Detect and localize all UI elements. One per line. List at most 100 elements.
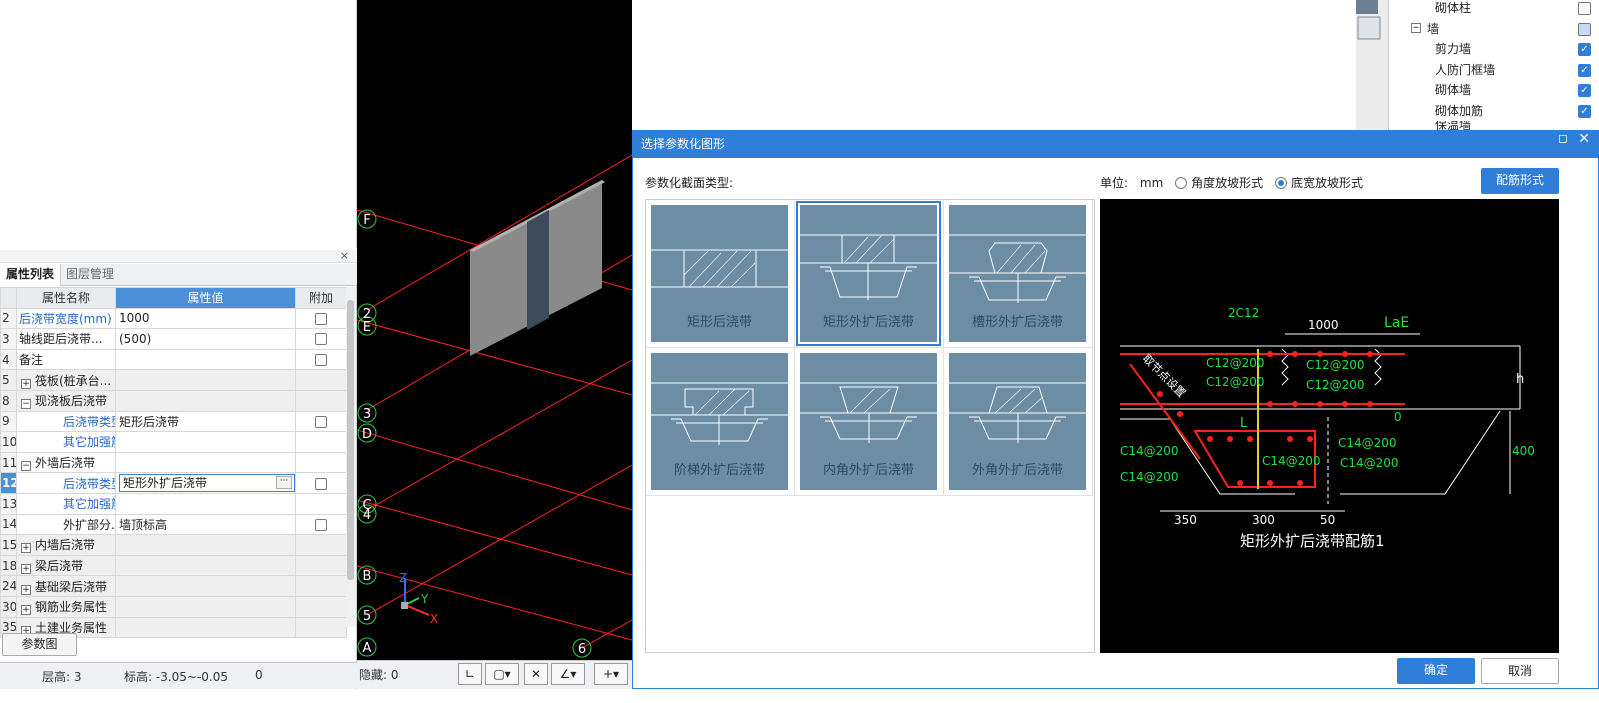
preview-title: 矩形外扩后浇带配筋1 (1240, 532, 1385, 550)
section-tile-inner-angle[interactable]: 内角外扩后浇带 (795, 348, 944, 496)
collapse-icon[interactable]: − (1411, 23, 1421, 33)
extra-checkbox[interactable] (315, 312, 327, 325)
header-name: 属性名称 (16, 287, 116, 309)
extra-checkbox[interactable] (315, 477, 327, 490)
tab-layer-management[interactable]: 图层管理 (60, 264, 120, 286)
property-value[interactable]: 墙顶标高 (115, 513, 296, 536)
collapse-icon[interactable]: − (21, 399, 31, 410)
layout-icon[interactable] (1357, 16, 1381, 40)
tree-item[interactable]: 保温墙 (1389, 121, 1599, 130)
tree-item[interactable]: 砌体墙 ✓ (1389, 80, 1599, 100)
close-icon[interactable]: × (340, 249, 349, 262)
section-tile-rect-extended[interactable]: 矩形外扩后浇带 (795, 200, 944, 348)
property-name: 其它加强筋 (16, 492, 116, 515)
table-row-group[interactable]: 8 − 现浇板后浇带 (0, 389, 347, 412)
table-row-group[interactable]: 24 + 基础梁后浇带 (0, 575, 347, 597)
tree-checkbox-partial[interactable] (1578, 23, 1591, 36)
extra-cell (295, 369, 347, 391)
tree-checkbox[interactable]: ✓ (1578, 105, 1591, 118)
expand-icon[interactable]: + (21, 605, 31, 616)
rebar-form-button[interactable]: 配筋形式 (1481, 168, 1559, 194)
tile-image: 槽形外扩后浇带 (949, 205, 1086, 342)
label-c14-4: C14@200 (1338, 436, 1397, 450)
tree-checkbox[interactable]: ✓ (1578, 64, 1591, 77)
table-row[interactable]: 2 后浇带宽度(mm) 1000 (0, 307, 347, 330)
property-value[interactable]: 1000 (115, 307, 296, 330)
table-row[interactable]: 10 其它加强筋 (0, 431, 347, 453)
extra-checkbox[interactable] (315, 354, 327, 367)
expand-icon[interactable]: + (21, 564, 31, 575)
section-tile-outer-angle[interactable]: 外角外扩后浇带 (944, 348, 1093, 496)
close-icon[interactable]: ✕ (1578, 131, 1590, 147)
table-row[interactable]: 9 后浇带类型 矩形后浇带 (0, 410, 347, 433)
maximize-icon[interactable]: ◻ (1558, 131, 1568, 145)
tree-checkbox[interactable]: ✓ (1578, 84, 1591, 97)
row-number: 9 (0, 410, 17, 433)
tree-item[interactable]: 砌体加筋 ✓ (1389, 101, 1599, 121)
property-value[interactable]: (500) (115, 328, 296, 350)
table-row-selected[interactable]: 12 后浇带类型 矩形外扩后浇带 ··· (0, 472, 347, 494)
tree-item[interactable]: 剪力墙 ✓ (1389, 39, 1599, 59)
label-h: h (1516, 372, 1524, 387)
base-width-slope-radio[interactable] (1274, 177, 1287, 189)
label-lae: LaE (1384, 315, 1409, 331)
ellipsis-button[interactable]: ··· (276, 476, 292, 490)
tile-image: 内角外扩后浇带 (800, 353, 937, 490)
collapse-toolbar-icon[interactable] (1356, 0, 1378, 14)
property-value-editor[interactable]: 矩形外扩后浇带 ··· (119, 474, 295, 493)
editor-text: 矩形外扩后浇带 (123, 476, 208, 491)
extra-checkbox[interactable] (315, 415, 327, 428)
tree-item[interactable]: 砌体柱 (1389, 0, 1599, 18)
table-row[interactable]: 13 其它加强筋 (0, 492, 347, 515)
section-type-grid: 矩形后浇带 矩形外扩后浇带 槽形外扩后浇带 阶梯外扩后浇带 内角外扩后浇带 外角… (645, 199, 1095, 653)
extra-checkbox[interactable] (315, 333, 327, 346)
cancel-button[interactable]: 取消 (1481, 658, 1559, 684)
tree-checkbox[interactable] (1578, 2, 1591, 15)
property-value[interactable] (115, 492, 296, 515)
expand-icon[interactable]: + (21, 584, 31, 595)
section-tile-groove[interactable]: 槽形外扩后浇带 (944, 200, 1093, 348)
label-c12-1: C12@200 (1206, 356, 1265, 370)
label-300: 300 (1252, 513, 1275, 527)
table-row[interactable]: 14 外扩部分... 墙顶标高 (0, 513, 347, 536)
cross-icon[interactable]: ✕ (524, 663, 548, 685)
collapse-icon[interactable]: − (21, 461, 31, 472)
label-l: L (1240, 416, 1248, 431)
table-row-group[interactable]: 5 + 筏板(桩承台... (0, 369, 347, 391)
expand-icon[interactable]: + (21, 378, 31, 389)
tree-checkbox[interactable]: ✓ (1578, 43, 1591, 56)
tile-image: 矩形外扩后浇带 (796, 201, 941, 346)
table-row-group[interactable]: 18 + 梁后浇带 (0, 554, 347, 577)
section-tile-step[interactable]: 阶梯外扩后浇带 (646, 348, 795, 496)
section-tile-rect[interactable]: 矩形后浇带 (646, 200, 795, 348)
snap-icon[interactable]: +▾ (594, 663, 628, 685)
table-row[interactable]: 3 轴线距后浇带... (500) (0, 328, 347, 350)
table-row[interactable]: 4 备注 (0, 348, 347, 371)
floor-height-status: 层高: 3 (42, 670, 82, 684)
table-row-group[interactable]: 15 + 内墙后浇带 (0, 534, 347, 556)
param-diagram-button[interactable]: 参数图 (2, 633, 77, 656)
property-value (115, 534, 296, 556)
label-c14-3: C14@200 (1262, 454, 1321, 468)
select-mode-icon[interactable]: ▢▾ (485, 663, 519, 685)
expand-icon[interactable]: + (21, 543, 31, 554)
table-row-group[interactable]: 11 − 外墙后浇带 (0, 451, 347, 474)
row-number: 10 (0, 431, 17, 453)
extra-cell (295, 451, 347, 474)
post-pour-band[interactable] (527, 210, 549, 330)
tab-property-list[interactable]: 属性列表 (0, 264, 62, 286)
property-value[interactable]: 矩形后浇带 (115, 410, 296, 433)
extra-checkbox[interactable] (315, 518, 327, 531)
ok-button[interactable]: 确定 (1397, 658, 1475, 684)
property-value[interactable] (115, 431, 296, 453)
tree-item[interactable]: 人防门框墙 ✓ (1389, 60, 1599, 80)
3d-viewport[interactable]: F 2 E 3 D C 4 B 5 A 6 Z Y X (357, 0, 632, 660)
property-value[interactable] (115, 348, 296, 371)
angle-slope-radio[interactable] (1175, 177, 1188, 189)
tree-item[interactable]: − 墙 (1389, 19, 1599, 39)
orthogonal-icon[interactable]: ∟ (458, 663, 482, 685)
angle-icon[interactable]: ∠▾ (551, 663, 585, 685)
table-row-group[interactable]: 30 + 钢筋业务属性 (0, 595, 347, 618)
table-scrollbar-thumb[interactable] (347, 300, 354, 580)
header-value[interactable]: 属性值 (115, 287, 296, 309)
